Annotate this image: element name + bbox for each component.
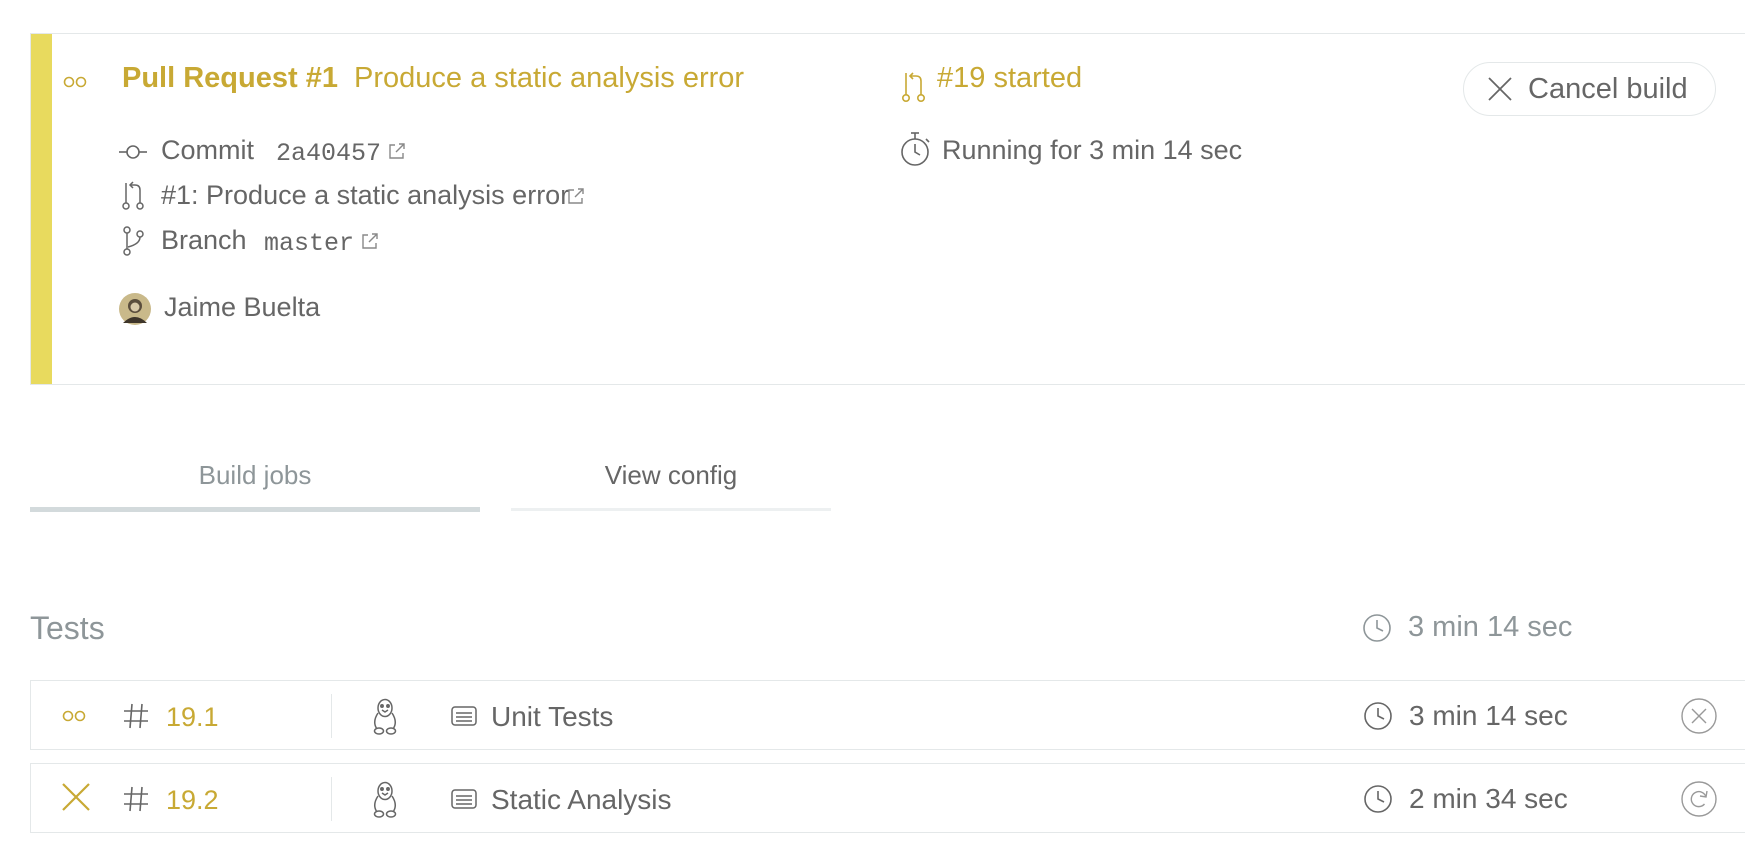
build-header: Pull Request #1 Produce a static analysi… — [30, 33, 1745, 385]
clock-icon — [1362, 613, 1392, 643]
stage-duration: 3 min 14 sec — [1362, 611, 1572, 644]
status-bar — [31, 34, 52, 384]
avatar — [118, 292, 152, 326]
job-row[interactable]: 19.1 Unit Tests 3 min 14 sec — [30, 680, 1745, 750]
cancel-build-button[interactable]: Cancel build — [1463, 62, 1716, 116]
author-name: Jaime Buelta — [164, 292, 321, 322]
linux-tux-icon — [369, 696, 401, 736]
pull-request-icon — [901, 69, 927, 103]
cancel-build-label: Cancel build — [1528, 72, 1688, 105]
tab-build-jobs[interactable]: Build jobs — [30, 460, 480, 491]
branch-icon — [121, 225, 145, 257]
job-name[interactable]: Unit Tests — [491, 701, 613, 733]
stopwatch-icon — [899, 130, 933, 168]
status-started-icon — [63, 76, 87, 88]
branch-name: master — [264, 229, 355, 258]
linux-tux-icon — [369, 779, 401, 819]
tab-build-jobs-underline — [30, 507, 480, 512]
row-divider — [331, 777, 332, 821]
commit-external-link-icon[interactable] — [388, 142, 406, 160]
job-name[interactable]: Static Analysis — [491, 784, 672, 816]
status-started-icon — [62, 710, 86, 722]
status-failed-x-icon — [61, 782, 91, 812]
build-number-link[interactable]: #19 started — [937, 62, 1082, 95]
restart-job-icon[interactable] — [1680, 780, 1718, 818]
stage-duration-text: 3 min 14 sec — [1408, 611, 1573, 643]
hash-icon — [123, 786, 149, 812]
pull-request-icon — [121, 179, 145, 211]
commit-sha: 2a40457 — [276, 139, 382, 168]
job-duration: 2 min 34 sec — [1363, 783, 1568, 815]
job-duration-text: 3 min 14 sec — [1409, 700, 1568, 731]
stage-title: Tests — [30, 610, 105, 646]
job-duration: 3 min 14 sec — [1363, 700, 1568, 732]
pull-request-text: #1: Produce a static analysis error — [161, 180, 570, 210]
branch-external-link-icon[interactable] — [361, 232, 379, 250]
tab-view-config[interactable]: View config — [511, 460, 831, 491]
clock-icon — [1363, 701, 1393, 731]
pull-request-link[interactable]: Pull Request #1 — [122, 62, 338, 95]
cancel-job-circle-x-icon[interactable] — [1680, 697, 1718, 735]
job-row[interactable]: 19.2 Static Analysis 2 min 34 sec — [30, 763, 1745, 833]
lines-icon — [451, 706, 477, 726]
job-duration-text: 2 min 34 sec — [1409, 783, 1568, 814]
tab-view-config-underline — [511, 508, 831, 511]
hash-icon — [123, 703, 149, 729]
build-title: Produce a static analysis error — [354, 62, 745, 94]
job-number[interactable]: 19.1 — [166, 702, 219, 733]
branch-label: Branch — [161, 225, 247, 255]
lines-icon — [451, 789, 477, 809]
pull-request-external-link-icon[interactable] — [567, 187, 585, 205]
clock-icon — [1363, 784, 1393, 814]
running-time: Running for 3 min 14 sec — [942, 135, 1243, 165]
job-number[interactable]: 19.2 — [166, 785, 219, 816]
close-icon — [1486, 75, 1514, 103]
row-divider — [331, 694, 332, 738]
commit-icon — [118, 142, 148, 162]
commit-label: Commit — [161, 135, 254, 165]
